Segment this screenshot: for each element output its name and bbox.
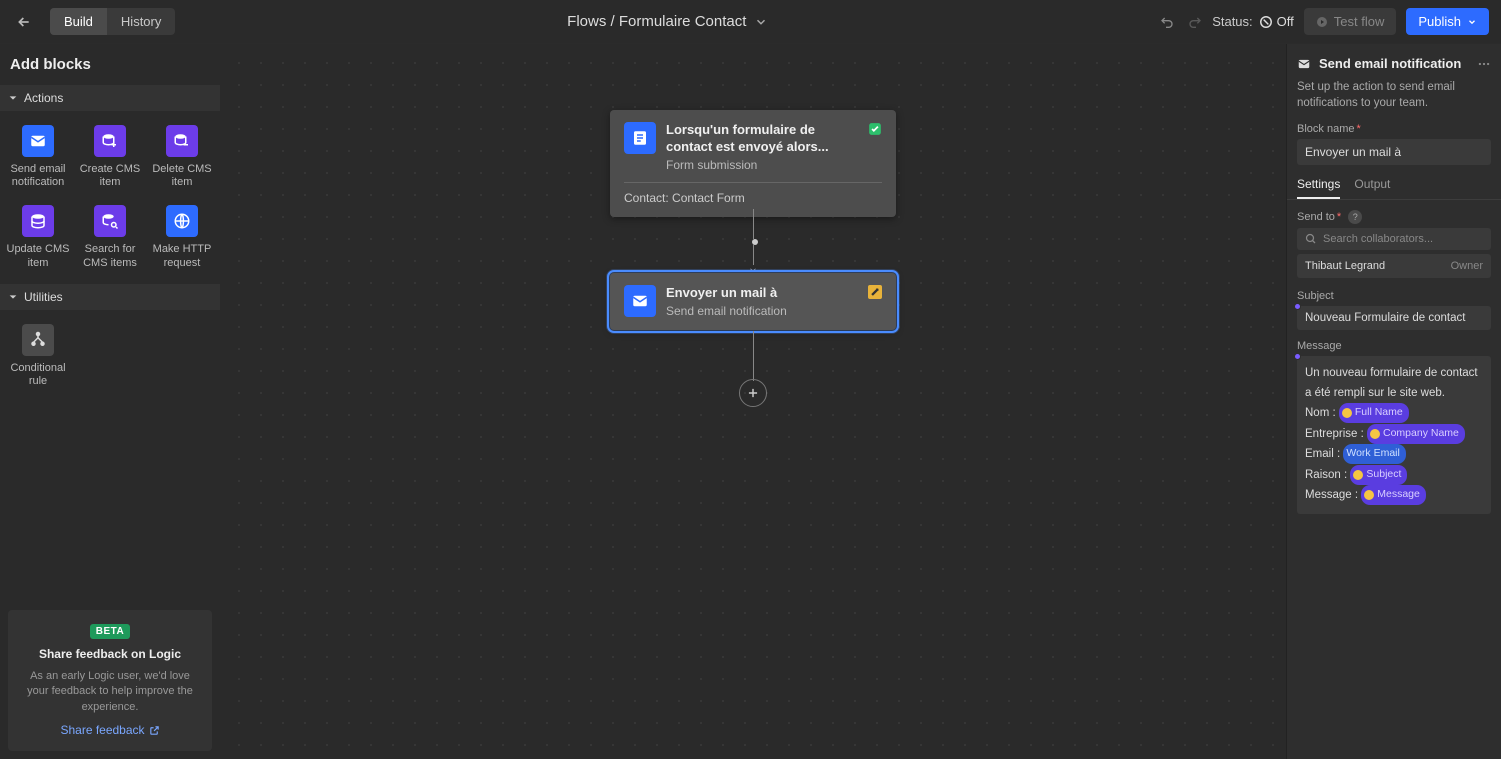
db-search-icon xyxy=(101,212,119,230)
play-icon xyxy=(1316,16,1328,28)
build-history-tabs: Build History xyxy=(50,8,175,35)
test-flow-button[interactable]: Test flow xyxy=(1304,8,1397,35)
token-message[interactable]: Message xyxy=(1361,485,1426,505)
block-name-input[interactable] xyxy=(1297,139,1491,165)
section-utilities[interactable]: Utilities xyxy=(0,284,220,310)
block-name-label: Block name* xyxy=(1287,123,1501,139)
binding-dot-icon xyxy=(1294,353,1301,360)
share-feedback-link[interactable]: Share feedback xyxy=(60,723,159,737)
action-node[interactable]: Envoyer un mail à Send email notificatio… xyxy=(610,273,896,330)
block-send-email[interactable]: Send email notification xyxy=(4,119,72,195)
tab-output[interactable]: Output xyxy=(1354,177,1390,199)
beta-badge: BETA xyxy=(90,624,130,639)
mail-icon xyxy=(1297,57,1311,71)
block-create-cms[interactable]: Create CMS item xyxy=(76,119,144,195)
form-icon xyxy=(624,122,656,154)
help-icon[interactable]: ? xyxy=(1348,210,1362,224)
send-to-label: Send to* ? xyxy=(1287,210,1501,228)
right-tabs: Settings Output xyxy=(1287,177,1501,200)
status-area: Status: Off xyxy=(1212,14,1294,29)
search-icon xyxy=(1305,233,1317,245)
token-work-email[interactable]: Work Email xyxy=(1343,444,1405,464)
back-button[interactable] xyxy=(12,10,36,34)
feedback-desc: As an early Logic user, we'd love your f… xyxy=(20,669,200,715)
tab-build[interactable]: Build xyxy=(50,8,107,35)
db-plus-icon xyxy=(101,132,119,150)
message-input[interactable]: Un nouveau formulaire de contact a été r… xyxy=(1297,356,1491,514)
arrow-left-icon xyxy=(16,14,32,30)
chevron-down-icon xyxy=(754,15,768,29)
token-subject[interactable]: Subject xyxy=(1350,465,1407,485)
tab-settings[interactable]: Settings xyxy=(1297,177,1340,199)
search-collaborators[interactable] xyxy=(1297,228,1491,250)
status-value: Off xyxy=(1259,14,1294,29)
tab-history[interactable]: History xyxy=(107,8,175,35)
warning-icon xyxy=(868,285,882,299)
status-label: Status: xyxy=(1212,14,1252,29)
publish-button[interactable]: Publish xyxy=(1406,8,1489,35)
caret-down-icon xyxy=(8,93,18,103)
search-collaborators-input[interactable] xyxy=(1323,233,1483,245)
undo-button[interactable] xyxy=(1160,14,1176,30)
collaborator-row[interactable]: Thibaut Legrand Owner xyxy=(1297,254,1491,278)
add-block-button[interactable] xyxy=(739,379,767,407)
subject-input[interactable]: Nouveau Formulaire de contact xyxy=(1297,306,1491,330)
caret-down-icon xyxy=(8,292,18,302)
feedback-box: BETA Share feedback on Logic As an early… xyxy=(8,610,212,751)
trigger-meta: Contact: Contact Form xyxy=(624,191,882,205)
block-delete-cms[interactable]: Delete CMS item xyxy=(148,119,216,195)
section-actions[interactable]: Actions xyxy=(0,85,220,111)
redo-button[interactable] xyxy=(1186,14,1202,30)
feedback-title: Share feedback on Logic xyxy=(39,647,181,661)
more-button[interactable] xyxy=(1477,57,1491,71)
plus-icon xyxy=(746,386,760,400)
globe-icon xyxy=(173,212,191,230)
block-conditional[interactable]: Conditional rule xyxy=(4,318,72,394)
canvas[interactable]: Lorsqu'un formulaire de contact est envo… xyxy=(220,44,1286,759)
action-subtitle: Send email notification xyxy=(666,304,858,318)
main: Add blocks Actions Send email notificati… xyxy=(0,44,1501,759)
right-panel: Send email notification Set up the actio… xyxy=(1286,44,1501,759)
token-company[interactable]: Company Name xyxy=(1367,424,1465,444)
topbar: Build History Flows / Formulaire Contact… xyxy=(0,0,1501,44)
action-title: Envoyer un mail à xyxy=(666,285,858,302)
chevron-down-icon xyxy=(1467,17,1477,27)
mail-icon xyxy=(29,132,47,150)
trigger-title: Lorsqu'un formulaire de contact est envo… xyxy=(666,122,858,156)
block-search-cms[interactable]: Search for CMS items xyxy=(76,199,144,275)
right-panel-title: Send email notification xyxy=(1319,56,1469,71)
undo-icon xyxy=(1160,14,1176,30)
message-label: Message xyxy=(1287,340,1501,356)
binding-dot-icon xyxy=(1294,303,1301,310)
trigger-subtitle: Form submission xyxy=(666,158,858,172)
mail-icon xyxy=(624,285,656,317)
subject-label: Subject xyxy=(1287,290,1501,306)
redo-icon xyxy=(1186,14,1202,30)
breadcrumb[interactable]: Flows / Formulaire Contact xyxy=(567,13,768,30)
message-intro: Un nouveau formulaire de contact a été r… xyxy=(1305,364,1483,403)
token-full-name[interactable]: Full Name xyxy=(1339,403,1409,423)
check-icon xyxy=(868,122,882,172)
trigger-node[interactable]: Lorsqu'un formulaire de contact est envo… xyxy=(610,110,896,217)
left-panel-title: Add blocks xyxy=(0,44,220,85)
db-icon xyxy=(29,212,47,230)
status-off-icon xyxy=(1259,15,1273,29)
branch-icon xyxy=(29,331,47,349)
collaborator-role: Owner xyxy=(1451,260,1483,272)
db-minus-icon xyxy=(173,132,191,150)
dots-icon xyxy=(1477,57,1491,71)
left-panel: Add blocks Actions Send email notificati… xyxy=(0,44,220,759)
external-link-icon xyxy=(149,725,160,736)
block-update-cms[interactable]: Update CMS item xyxy=(4,199,72,275)
block-http[interactable]: Make HTTP request xyxy=(148,199,216,275)
collaborator-name: Thibaut Legrand xyxy=(1305,260,1385,272)
right-panel-desc: Set up the action to send email notifica… xyxy=(1287,79,1501,123)
breadcrumb-text: Flows / Formulaire Contact xyxy=(567,13,746,30)
